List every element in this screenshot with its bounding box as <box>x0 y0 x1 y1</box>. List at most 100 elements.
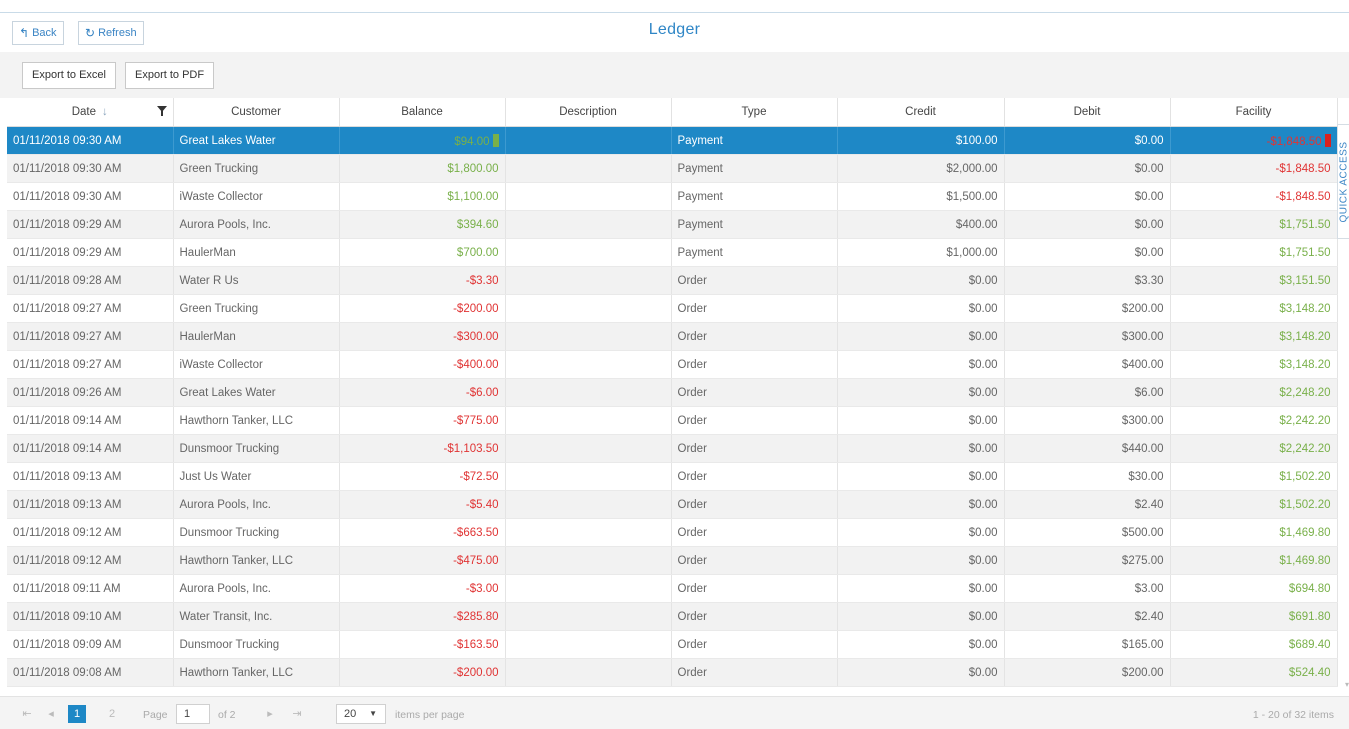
facility-value: $3,148.20 <box>1279 358 1331 371</box>
cell-balance: $1,100.00 <box>339 182 506 211</box>
column-header-description[interactable]: Description <box>505 98 672 127</box>
cell-description <box>505 602 672 631</box>
cell-credit: $0.00 <box>837 574 1005 603</box>
customer-value: Just Us Water <box>179 470 252 483</box>
cell-debit: $165.00 <box>1004 630 1171 659</box>
table-row[interactable]: 01/11/2018 09:13 AM Just Us Water -$72.50 O… <box>7 462 1338 491</box>
cell-balance: -$400.00 <box>339 350 506 379</box>
cell-date: 01/11/2018 09:14 AM <box>7 434 174 463</box>
table-row[interactable]: 01/11/2018 09:30 AM Great Lakes Water $94.… <box>7 126 1338 155</box>
facility-value: $3,151.50 <box>1279 274 1331 287</box>
cell-type: Order <box>671 294 838 323</box>
date-value: 01/11/2018 09:14 AM <box>13 442 122 455</box>
next-page-icon[interactable]: ▸ <box>261 705 279 723</box>
cell-facility: -$1,848.50 <box>1170 182 1338 211</box>
credit-value: $0.00 <box>968 554 998 567</box>
balance-value: $1,800.00 <box>447 162 499 175</box>
table-row[interactable]: 01/11/2018 09:12 AM Hawthorn Tanker, LLC -… <box>7 546 1338 575</box>
cell-facility: $2,242.20 <box>1170 434 1338 463</box>
table-row[interactable]: 01/11/2018 09:10 AM Water Transit, Inc. -$… <box>7 602 1338 631</box>
debit-value: $0.00 <box>1134 190 1164 203</box>
table-row[interactable]: 01/11/2018 09:27 AM HaulerMan -$300.00 Orde… <box>7 322 1338 351</box>
filter-icon[interactable] <box>156 106 167 116</box>
type-value: Payment <box>677 190 723 203</box>
table-row[interactable]: 01/11/2018 09:11 AM Aurora Pools, Inc. -$3… <box>7 574 1338 603</box>
page-button-1[interactable]: 1 <box>68 705 86 723</box>
table-row[interactable]: 01/11/2018 09:14 AM Dunsmoor Trucking -$1,… <box>7 434 1338 463</box>
cell-date: 01/11/2018 09:27 AM <box>7 322 174 351</box>
column-header-type[interactable]: Type <box>671 98 838 127</box>
table-row[interactable]: 01/11/2018 09:30 AM Green Trucking $1,800.… <box>7 154 1338 183</box>
table-row[interactable]: 01/11/2018 09:13 AM Aurora Pools, Inc. -$5… <box>7 490 1338 519</box>
cell-date: 01/11/2018 09:29 AM <box>7 210 174 239</box>
balance-value: -$300.00 <box>453 330 499 343</box>
cell-credit: $2,000.00 <box>837 154 1005 183</box>
cell-description <box>505 630 672 659</box>
table-row[interactable]: 01/11/2018 09:29 AM Aurora Pools, Inc. $39… <box>7 210 1338 239</box>
table-row[interactable]: 01/11/2018 09:09 AM Dunsmoor Trucking -$16… <box>7 630 1338 659</box>
credit-value: $0.00 <box>968 498 998 511</box>
debit-value: $165.00 <box>1121 638 1164 651</box>
facility-value: $2,248.20 <box>1279 386 1331 399</box>
cell-balance: -$1,103.50 <box>339 434 506 463</box>
cell-description <box>505 126 672 155</box>
debit-value: $30.00 <box>1128 470 1164 483</box>
sort-down-arrow-icon[interactable]: ↓ <box>102 106 108 118</box>
column-header-date[interactable]: Date ↓ <box>7 98 174 127</box>
column-header-balance[interactable]: Balance <box>339 98 506 127</box>
cell-facility: $1,469.80 <box>1170 518 1338 547</box>
cell-description <box>505 490 672 519</box>
last-page-icon[interactable]: ⇥ <box>288 705 306 723</box>
quick-access-tab[interactable]: QUICK ACCESS <box>1337 124 1349 239</box>
cell-description <box>505 658 672 687</box>
table-row[interactable]: 01/11/2018 09:28 AM Water R Us -$3.30 Order… <box>7 266 1338 295</box>
column-header-facility[interactable]: Facility <box>1170 98 1338 127</box>
type-value: Order <box>677 386 707 399</box>
cell-debit: $30.00 <box>1004 462 1171 491</box>
scroll-down-arrow-icon[interactable]: ▾ <box>1345 680 1349 689</box>
cell-customer: Aurora Pools, Inc. <box>173 210 340 239</box>
export-pdf-button[interactable]: Export to PDF <box>125 62 215 89</box>
page-button-2[interactable]: 2 <box>103 705 121 723</box>
cell-description <box>505 154 672 183</box>
cell-description <box>505 322 672 351</box>
cell-date: 01/11/2018 09:27 AM <box>7 294 174 323</box>
customer-value: iWaste Collector <box>179 358 263 371</box>
cell-description <box>505 294 672 323</box>
cell-credit: $0.00 <box>837 434 1005 463</box>
page-size-select[interactable]: 20 ▼ <box>336 704 386 724</box>
table-row[interactable]: 01/11/2018 09:27 AM iWaste Collector -$400… <box>7 350 1338 379</box>
date-value: 01/11/2018 09:29 AM <box>13 218 122 231</box>
column-header-customer[interactable]: Customer <box>173 98 340 127</box>
page-number-input[interactable]: 1 <box>176 704 210 724</box>
first-page-icon[interactable]: ⇤ <box>18 705 36 723</box>
table-row[interactable]: 01/11/2018 09:29 AM HaulerMan $700.00 Payme… <box>7 238 1338 267</box>
balance-value: -$200.00 <box>453 302 499 315</box>
facility-value: $524.40 <box>1288 666 1331 679</box>
table-row[interactable]: 01/11/2018 09:14 AM Hawthorn Tanker, LLC -… <box>7 406 1338 435</box>
cell-date: 01/11/2018 09:13 AM <box>7 490 174 519</box>
cell-facility: $3,151.50 <box>1170 266 1338 295</box>
cell-balance: -$663.50 <box>339 518 506 547</box>
column-header-credit[interactable]: Credit <box>837 98 1005 127</box>
cell-credit: $0.00 <box>837 322 1005 351</box>
table-row[interactable]: 01/11/2018 09:08 AM Hawthorn Tanker, LLC -… <box>7 658 1338 687</box>
debit-value: $440.00 <box>1121 442 1164 455</box>
cell-type: Order <box>671 322 838 351</box>
credit-value: $0.00 <box>968 386 998 399</box>
export-excel-button[interactable]: Export to Excel <box>22 62 116 89</box>
type-value: Order <box>677 358 707 371</box>
cell-customer: Hawthorn Tanker, LLC <box>173 658 340 687</box>
prev-page-icon[interactable]: ◂ <box>42 705 60 723</box>
balance-value: $1,100.00 <box>447 190 499 203</box>
page-title: Ledger <box>648 21 701 38</box>
table-row[interactable]: 01/11/2018 09:12 AM Dunsmoor Trucking -$66… <box>7 518 1338 547</box>
cell-credit: $0.00 <box>837 350 1005 379</box>
table-row[interactable]: 01/11/2018 09:30 AM iWaste Collector $1,10… <box>7 182 1338 211</box>
cell-type: Order <box>671 574 838 603</box>
table-row[interactable]: 01/11/2018 09:26 AM Great Lakes Water -$6.… <box>7 378 1338 407</box>
column-header-debit[interactable]: Debit <box>1004 98 1171 127</box>
table-row[interactable]: 01/11/2018 09:27 AM Green Trucking -$200.0… <box>7 294 1338 323</box>
balance-value: -$400.00 <box>453 358 499 371</box>
balance-value: $700.00 <box>456 246 499 259</box>
